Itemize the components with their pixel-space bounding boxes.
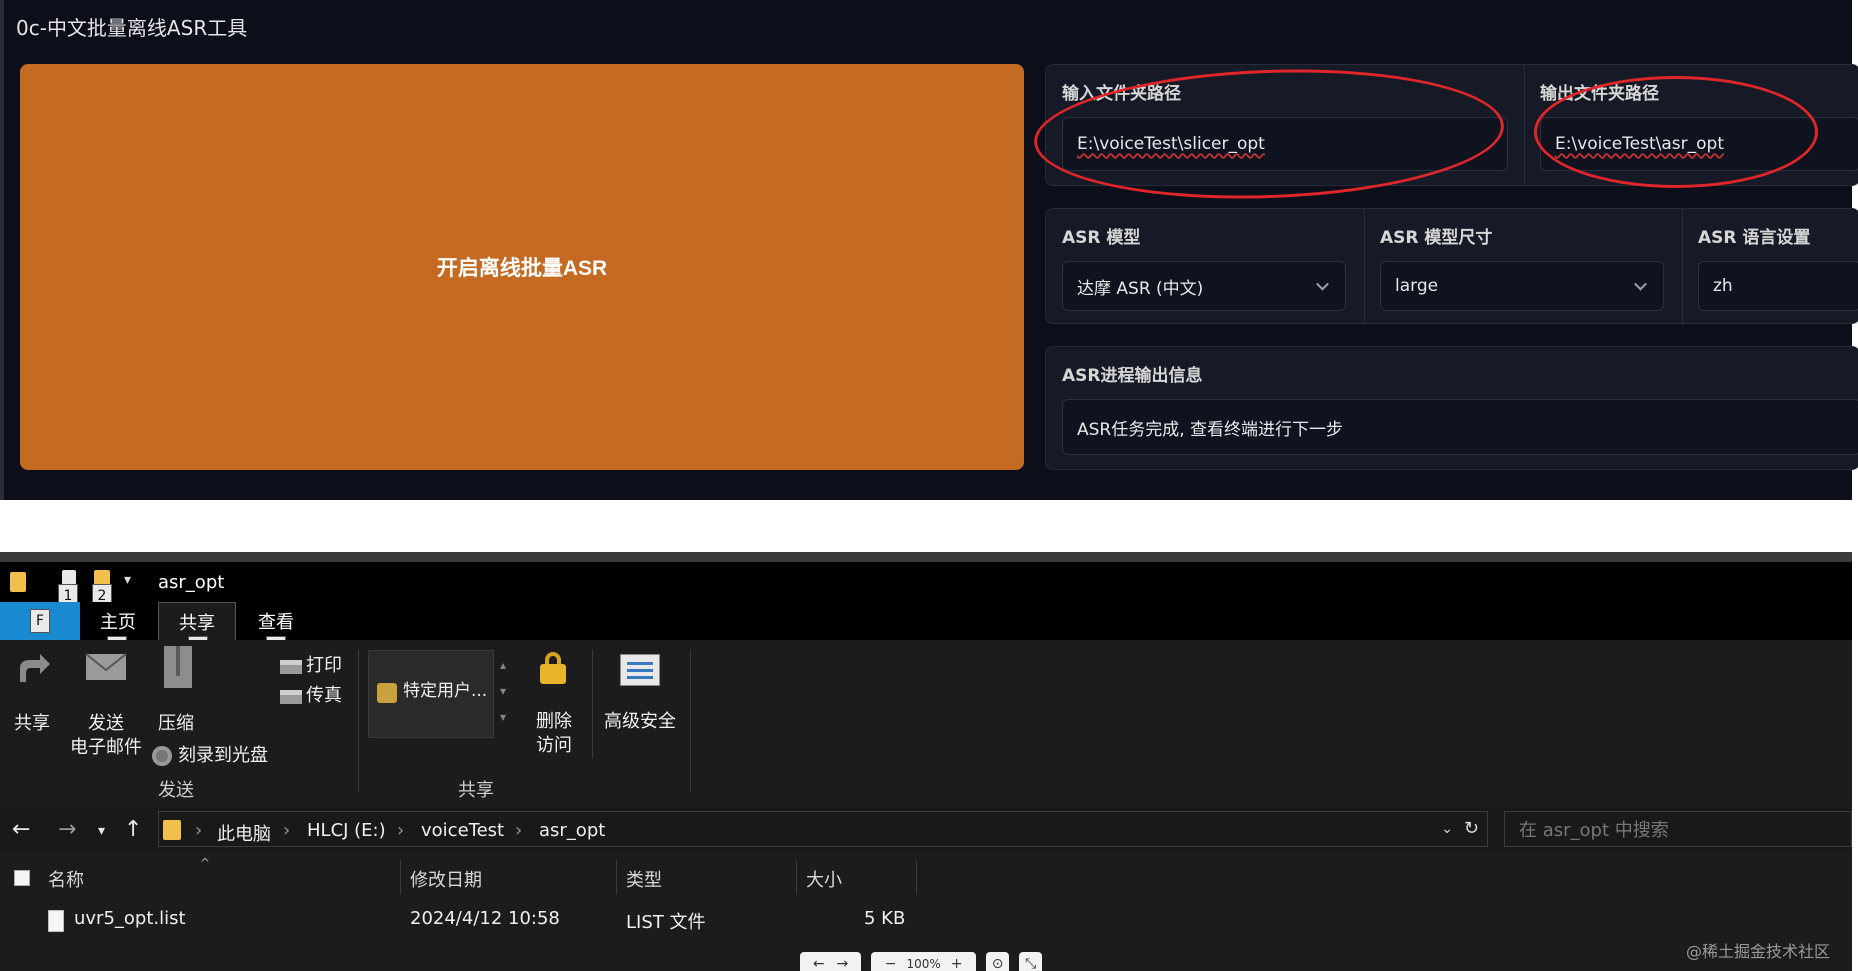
file-icon xyxy=(48,910,64,932)
watermark: @稀土掘金技术社区 xyxy=(1686,942,1831,961)
next-arrow-icon[interactable]: → xyxy=(837,956,849,971)
remove-access-button[interactable]: 删除 访问 xyxy=(534,710,574,758)
recent-locations-icon[interactable]: ▾ xyxy=(98,823,105,839)
breadcrumb-this-pc[interactable]: 此电脑 xyxy=(217,820,271,846)
file-modified: 2024/4/12 10:58 xyxy=(410,908,560,929)
print-button[interactable]: 打印 xyxy=(306,654,342,678)
keytip-file: F xyxy=(30,609,50,633)
prev-arrow-icon[interactable]: ← xyxy=(813,956,825,971)
back-arrow-icon[interactable]: ← xyxy=(12,817,30,842)
fax-icon xyxy=(280,690,302,704)
fullscreen-icon[interactable]: ⤡ xyxy=(1019,952,1042,971)
file-explorer-window: 1 2 ▾ asr_opt F 主页 共享 查看 H S V 共享 发送 电子邮… xyxy=(0,562,1852,971)
gallery-scroll-icon[interactable]: ▴ ▾ ▾ xyxy=(500,652,506,730)
column-name[interactable]: 名称 xyxy=(48,866,84,892)
group-share-label: 共享 xyxy=(458,780,494,801)
zoom-level: 100% xyxy=(906,957,941,971)
asr-language-select[interactable]: zh xyxy=(1698,261,1858,311)
address-dropdown-icon[interactable]: ⌄ xyxy=(1441,821,1453,837)
up-arrow-icon[interactable]: ↑ xyxy=(124,817,142,842)
disc-icon xyxy=(152,746,172,766)
fax-button[interactable]: 传真 xyxy=(306,684,342,708)
asr-output-text: ASR任务完成, 查看终端进行下一步 xyxy=(1062,399,1858,455)
lock-icon xyxy=(540,652,566,684)
burn-to-disc-button[interactable]: 刻录到光盘 xyxy=(178,744,268,768)
select-all-checkbox[interactable] xyxy=(14,870,30,886)
ribbon-tabs: F 主页 共享 查看 xyxy=(0,602,1852,640)
file-name: uvr5_opt.list xyxy=(74,908,186,929)
search-input[interactable]: 在 asr_opt 中搜索 xyxy=(1504,811,1852,847)
folder-icon xyxy=(163,820,181,840)
zoom-in-button[interactable]: + xyxy=(951,956,963,971)
chevron-down-icon xyxy=(1316,277,1329,291)
chevron-down-icon xyxy=(1634,277,1647,291)
forward-arrow-icon[interactable]: → xyxy=(58,817,76,842)
file-type: LIST 文件 xyxy=(626,912,706,933)
advanced-security-button[interactable]: 高级安全 xyxy=(604,710,676,734)
users-icon xyxy=(377,683,397,703)
printer-icon xyxy=(280,660,302,674)
column-size[interactable]: 大小 xyxy=(806,866,842,892)
share-button[interactable]: 共享 xyxy=(14,712,50,736)
asr-model-size-label: ASR 模型尺寸 xyxy=(1380,228,1493,248)
app-title: 0c-中文批量离线ASR工具 xyxy=(16,16,248,40)
breadcrumb-voicetest[interactable]: voiceTest xyxy=(421,820,504,841)
zoom-controls: − 100% + xyxy=(871,952,977,971)
tab-file[interactable]: F xyxy=(0,602,80,640)
asr-output-label: ASR进程输出信息 xyxy=(1062,366,1203,386)
address-bar: ← → ▾ ↑ › 此电脑 › HLCJ (E:) › voiceTest › … xyxy=(0,807,1852,851)
asr-model-select[interactable]: 达摩 ASR (中文) xyxy=(1062,261,1346,311)
title-bar: 1 2 ▾ asr_opt xyxy=(0,562,1852,608)
fit-icon[interactable]: ⊙ xyxy=(986,952,1010,971)
asr-webui: 0c-中文批量离线ASR工具 开启离线批量ASR 输入文件夹路径 E:\voic… xyxy=(0,0,1858,500)
column-modified[interactable]: 修改日期 xyxy=(410,866,482,892)
refresh-icon[interactable]: ↻ xyxy=(1464,818,1479,839)
window-title: asr_opt xyxy=(158,572,225,593)
specific-users-item[interactable]: 特定用户... xyxy=(403,679,487,703)
address-field[interactable]: › 此电脑 › HLCJ (E:) › voiceTest › asr_opt … xyxy=(158,811,1488,847)
share-icon xyxy=(14,648,54,692)
zip-icon xyxy=(160,644,196,694)
column-type[interactable]: 类型 xyxy=(626,866,662,892)
tab-home[interactable]: 主页 xyxy=(92,602,144,640)
output-folder-highlight xyxy=(1534,76,1818,188)
group-send-label: 发送 xyxy=(158,780,194,801)
customize-toolbar-icon[interactable]: ▾ xyxy=(124,572,131,588)
file-list-header: 名称 ^ 修改日期 类型 大小 xyxy=(0,856,1852,894)
breadcrumb-drive[interactable]: HLCJ (E:) xyxy=(307,820,386,841)
zoom-out-button[interactable]: − xyxy=(885,956,897,971)
asr-language-label: ASR 语言设置 xyxy=(1698,228,1811,248)
asr-output-panel: ASR进程输出信息 ASR任务完成, 查看终端进行下一步 xyxy=(1045,346,1858,470)
asr-model-label: ASR 模型 xyxy=(1062,228,1141,248)
breadcrumb-asr-opt[interactable]: asr_opt xyxy=(539,820,605,841)
advanced-security-icon xyxy=(620,654,660,686)
asr-model-size-select[interactable]: large xyxy=(1380,261,1664,311)
tab-view[interactable]: 查看 xyxy=(250,602,302,640)
nav-pair: ← → xyxy=(800,952,862,971)
viewer-toolbar: ← → − 100% + ⊙ ⤡ xyxy=(800,952,1042,971)
file-row[interactable]: uvr5_opt.list 2024/4/12 10:58 LIST 文件 5 … xyxy=(0,902,1852,938)
ribbon-share: 共享 发送 电子邮件 压缩 刻录到光盘 打印 传真 发送 特定用户... ▴ ▾ ▾ xyxy=(0,640,1852,802)
send-email-button[interactable]: 发送 电子邮件 xyxy=(70,712,142,760)
start-offline-asr-button[interactable]: 开启离线批量ASR xyxy=(20,64,1024,470)
folder-icon xyxy=(10,572,26,592)
zip-button[interactable]: 压缩 xyxy=(158,712,194,736)
asr-settings-panel: ASR 模型 达摩 ASR (中文) ASR 模型尺寸 large ASR 语言… xyxy=(1045,208,1858,325)
share-with-gallery[interactable]: 特定用户... xyxy=(368,650,494,738)
sort-ascending-icon: ^ xyxy=(200,856,211,870)
tab-share[interactable]: 共享 xyxy=(158,602,236,640)
email-icon xyxy=(84,650,128,688)
file-size: 5 KB xyxy=(864,908,906,929)
